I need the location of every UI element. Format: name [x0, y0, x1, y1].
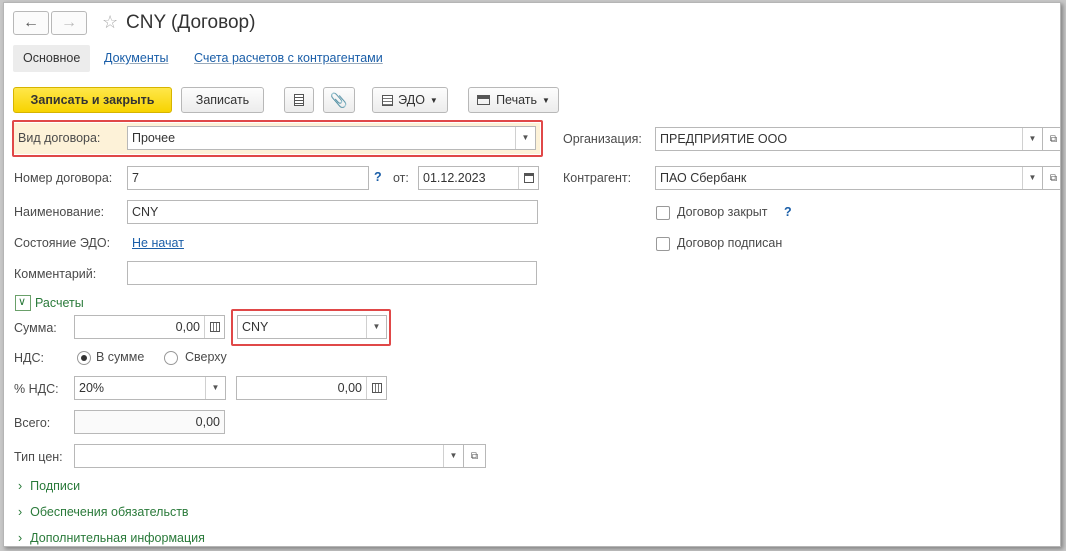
chevron-down-icon[interactable]: ▼ [1022, 167, 1042, 189]
chevron-right-icon: › [18, 505, 23, 519]
open-window-icon: ⧉ [1049, 133, 1058, 145]
settlements-group-title[interactable]: Расчеты [35, 296, 84, 310]
help-icon[interactable]: ? [784, 205, 792, 219]
tab-documents[interactable]: Документы [94, 45, 178, 72]
contract-closed-label: Договор закрыт [677, 205, 768, 219]
vat-on-top-label: Сверху [185, 350, 227, 364]
arrow-right-icon: → [61, 14, 77, 31]
signatures-group-title: Подписи [30, 479, 81, 493]
date-value: 01.12.2023 [423, 171, 486, 185]
total-field: 0,00 [74, 410, 225, 434]
edo-state-link[interactable]: Не начат [132, 236, 184, 250]
chevron-down-icon[interactable]: ▼ [205, 377, 225, 399]
back-button[interactable]: ← [13, 11, 49, 35]
total-label: Всего: [14, 416, 51, 430]
edo-label: ЭДО [398, 93, 425, 107]
contract-signed-label: Договор подписан [677, 236, 783, 250]
price-type-label: Тип цен: [14, 450, 63, 464]
vat-in-sum-label: В сумме [96, 350, 145, 364]
comment-label: Комментарий: [14, 267, 97, 281]
open-window-icon: ⧉ [470, 450, 479, 462]
date-from-label: от: [393, 171, 409, 185]
printer-icon [477, 95, 491, 105]
vat-on-top-radio[interactable] [164, 351, 178, 365]
print-label: Печать [496, 93, 538, 107]
org-label: Организация: [563, 132, 642, 146]
highlight-frame [12, 120, 543, 157]
vat-rate-label: % НДС: [14, 382, 59, 396]
contract-closed-checkbox[interactable] [656, 206, 670, 220]
calculator-icon[interactable] [204, 316, 224, 338]
favorite-star-icon[interactable]: ☆ [102, 12, 118, 33]
list-icon [294, 94, 304, 106]
calendar-icon[interactable] [518, 167, 538, 189]
attach-button[interactable]: 📎 [323, 87, 355, 113]
edo-state-label: Состояние ЭДО: [14, 236, 111, 250]
save-button[interactable]: Записать [181, 87, 264, 113]
name-field[interactable]: CNY [127, 200, 538, 224]
print-button[interactable]: Печать ▼ [468, 87, 559, 113]
arrow-left-icon: ← [23, 14, 39, 31]
number-label: Номер договора: [14, 171, 113, 185]
chevron-down-icon[interactable]: ▼ [443, 445, 463, 467]
help-icon[interactable]: ? [374, 170, 382, 184]
forward-button[interactable]: → [51, 11, 87, 35]
edo-icon [382, 94, 394, 106]
vat-rate-select[interactable]: 20% ▼ [74, 376, 226, 400]
highlight-frame [231, 309, 391, 346]
contract-signed-checkbox[interactable] [656, 237, 670, 251]
price-type-select[interactable]: ▼ [74, 444, 464, 468]
list-button[interactable] [284, 87, 314, 113]
calculator-icon[interactable] [366, 377, 386, 399]
chevron-down-icon[interactable]: ▼ [1022, 128, 1042, 150]
chevron-down-icon: ▼ [542, 95, 550, 105]
chevron-right-icon: › [18, 479, 23, 493]
org-select[interactable]: ПРЕДПРИЯТИЕ ООО ▼ [655, 127, 1043, 151]
counterparty-label: Контрагент: [563, 171, 632, 185]
chevron-down-icon: ∨ [18, 296, 27, 308]
vat-rate-value: 20% [79, 381, 105, 395]
open-window-icon: ⧉ [1049, 172, 1058, 184]
chevron-down-icon: ▼ [429, 95, 438, 105]
additional-group[interactable]: › Дополнительная информация [18, 531, 205, 545]
chevron-right-icon: › [18, 531, 23, 545]
org-value: ПРЕДПРИЯТИЕ ООО [660, 132, 788, 146]
obligations-group-title: Обеспечения обязательств [30, 505, 189, 519]
vat-amount-value: 0,00 [337, 381, 362, 395]
comment-field[interactable] [127, 261, 537, 285]
vat-in-sum-radio[interactable] [77, 351, 91, 365]
counterparty-value: ПАО Сбербанк [660, 171, 747, 185]
contract-form-window: ← → ☆ CNY (Договор) Основное Документы С… [3, 2, 1061, 547]
page-title: CNY (Договор) [126, 12, 256, 33]
open-price-type-button[interactable]: ⧉ [464, 444, 486, 468]
sum-field[interactable]: 0,00 [74, 315, 225, 339]
obligations-group[interactable]: › Обеспечения обязательств [18, 505, 189, 519]
open-counterparty-button[interactable]: ⧉ [1043, 166, 1060, 190]
date-field[interactable]: 01.12.2023 [418, 166, 539, 190]
signatures-group[interactable]: › Подписи [18, 479, 80, 493]
collapse-group-button[interactable]: ∨ [15, 295, 31, 311]
paperclip-icon: 📎 [330, 91, 348, 108]
vat-amount-field[interactable]: 0,00 [236, 376, 387, 400]
sum-value: 0,00 [175, 320, 200, 334]
tab-accounts[interactable]: Счета расчетов с контрагентами [184, 45, 393, 72]
open-org-button[interactable]: ⧉ [1043, 127, 1060, 151]
save-close-button[interactable]: Записать и закрыть [13, 87, 172, 113]
edo-button[interactable]: ЭДО ▼ [372, 87, 448, 113]
sum-label: Сумма: [14, 321, 57, 335]
vat-label: НДС: [14, 351, 44, 365]
name-label: Наименование: [14, 205, 105, 219]
additional-group-title: Дополнительная информация [30, 531, 205, 545]
counterparty-select[interactable]: ПАО Сбербанк ▼ [655, 166, 1043, 190]
number-field[interactable]: 7 [127, 166, 369, 190]
tab-main[interactable]: Основное [13, 45, 91, 72]
